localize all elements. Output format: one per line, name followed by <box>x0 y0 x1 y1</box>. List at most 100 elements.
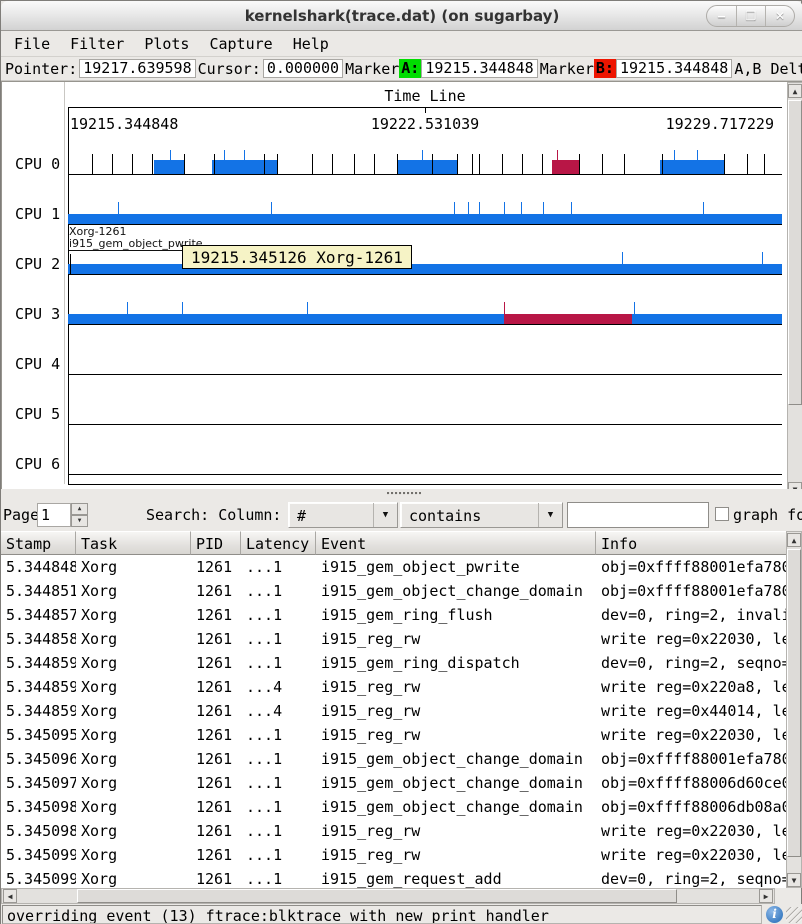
marker-a-badge[interactable]: A: <box>399 59 421 78</box>
event-tick[interactable] <box>502 154 503 174</box>
menu-capture[interactable]: Capture <box>202 33 279 55</box>
scroll-up-icon[interactable]: ▲ <box>788 84 802 98</box>
header-task[interactable]: Task <box>76 531 191 555</box>
header-stamp[interactable]: Stamp <box>1 531 76 555</box>
graph-list-splitter[interactable] <box>1 489 802 499</box>
table-vertical-scrollbar[interactable]: ▲ ▼ <box>786 531 802 888</box>
search-input[interactable] <box>567 502 709 528</box>
event-tick[interactable] <box>624 154 625 174</box>
marker-b-badge[interactable]: B: <box>594 59 616 78</box>
event-tick[interactable] <box>602 154 603 174</box>
event-tick[interactable] <box>521 202 522 214</box>
event-tick[interactable] <box>457 154 458 174</box>
event-tick[interactable] <box>127 302 128 314</box>
table-horizontal-scrollbar[interactable]: ◀ ▶ <box>1 888 775 904</box>
table-row[interactable]: 5.344859Xorg1261...4i915_reg_rwwrite reg… <box>1 675 787 699</box>
page-spinner-input[interactable]: 1 <box>37 503 71 527</box>
event-tick[interactable] <box>422 150 423 160</box>
task-bar[interactable] <box>552 160 579 174</box>
info-icon[interactable]: i <box>766 906 783 923</box>
event-tick[interactable] <box>557 150 558 160</box>
event-tick[interactable] <box>634 302 635 314</box>
event-tick[interactable] <box>724 154 725 174</box>
table-row[interactable]: 5.345095Xorg1261...1i915_reg_rwwrite reg… <box>1 723 787 747</box>
event-tick[interactable] <box>264 154 265 174</box>
minimize-icon[interactable]: ‒ <box>707 6 736 27</box>
event-tick[interactable] <box>70 254 71 274</box>
hscrollbar-thumb[interactable] <box>77 889 677 903</box>
event-tick[interactable] <box>762 252 763 264</box>
graph-scrollbar-thumb[interactable] <box>788 100 802 405</box>
event-tick[interactable] <box>132 154 133 174</box>
event-tick[interactable] <box>747 154 748 174</box>
table-row[interactable]: 5.345097Xorg1261...1i915_gem_object_chan… <box>1 771 787 795</box>
event-tick[interactable] <box>674 150 675 160</box>
title-bar[interactable]: kernelshark(trace.dat) (on sugarbay) ‒ ❒… <box>1 1 802 31</box>
event-tick[interactable] <box>662 154 663 174</box>
header-event[interactable]: Event <box>316 531 596 555</box>
event-tick[interactable] <box>170 150 171 160</box>
table-row[interactable]: 5.344858Xorg1261...1i915_reg_rwwrite reg… <box>1 627 787 651</box>
event-tick[interactable] <box>214 154 215 174</box>
menu-filter[interactable]: Filter <box>63 33 131 55</box>
event-tick[interactable] <box>152 154 153 174</box>
event-tick[interactable] <box>579 154 580 174</box>
table-row[interactable]: 5.344859Xorg1261...1i915_gem_ring_dispat… <box>1 651 787 675</box>
maximize-icon[interactable]: ❒ <box>736 6 765 27</box>
event-tick[interactable] <box>277 154 278 174</box>
spinner-down-icon[interactable]: ▼ <box>71 515 88 527</box>
event-tick[interactable] <box>571 202 572 214</box>
event-tick[interactable] <box>374 154 375 174</box>
table-row[interactable]: 5.344848Xorg1261...1i915_gem_object_pwri… <box>1 555 787 579</box>
event-tick[interactable] <box>397 154 398 174</box>
task-bar[interactable] <box>660 160 724 174</box>
scroll-up-icon[interactable]: ▲ <box>787 533 801 547</box>
event-tick[interactable] <box>184 154 185 174</box>
table-row[interactable]: 5.344859Xorg1261...4i915_reg_rwwrite reg… <box>1 699 787 723</box>
task-bar[interactable] <box>154 160 184 174</box>
event-tick[interactable] <box>312 154 313 174</box>
spinner-up-icon[interactable]: ▲ <box>71 503 88 515</box>
header-info[interactable]: Info <box>596 531 787 555</box>
event-tick[interactable] <box>522 154 523 174</box>
table-row[interactable]: 5.345096Xorg1261...1i915_gem_object_chan… <box>1 747 787 771</box>
resize-grip[interactable] <box>786 907 802 923</box>
event-tick[interactable] <box>432 154 433 174</box>
task-bar[interactable] <box>68 214 782 224</box>
scroll-left-icon[interactable]: ◀ <box>3 889 17 903</box>
event-tick[interactable] <box>454 202 455 214</box>
splitter-handle-icon[interactable] <box>387 492 421 496</box>
event-tick[interactable] <box>479 202 480 214</box>
graph-follows-checkbox[interactable] <box>715 507 729 521</box>
menu-file[interactable]: File <box>7 33 57 55</box>
event-tick[interactable] <box>697 150 698 160</box>
table-row[interactable]: 5.345098Xorg1261...1i915_reg_rwwrite reg… <box>1 819 787 843</box>
table-row[interactable]: 5.345099Xorg1261...1i915_reg_rwwrite reg… <box>1 843 787 867</box>
event-tick[interactable] <box>112 154 113 174</box>
task-bar[interactable] <box>504 314 632 324</box>
event-tick[interactable] <box>504 202 505 214</box>
chevron-down-icon[interactable]: ▼ <box>538 503 562 527</box>
menu-help[interactable]: Help <box>286 33 336 55</box>
event-tick[interactable] <box>354 154 355 174</box>
event-tick[interactable] <box>118 202 119 214</box>
graph-vertical-scrollbar[interactable]: ▲ ▼ <box>787 82 802 497</box>
event-tick[interactable] <box>703 202 704 214</box>
event-tick[interactable] <box>479 154 480 174</box>
event-tick[interactable] <box>224 150 225 160</box>
event-tick[interactable] <box>182 302 183 314</box>
task-bar[interactable] <box>68 314 782 324</box>
close-icon[interactable]: ✕ <box>765 6 794 27</box>
event-tick[interactable] <box>622 252 623 264</box>
column-select[interactable]: # ▼ <box>288 502 398 528</box>
header-pid[interactable]: PID <box>191 531 241 555</box>
event-tick[interactable] <box>244 150 245 160</box>
table-row[interactable]: 5.344857Xorg1261...1i915_gem_ring_flushd… <box>1 603 787 627</box>
scroll-down-icon[interactable]: ▼ <box>787 873 801 887</box>
event-tick[interactable] <box>271 202 272 214</box>
event-tick[interactable] <box>307 302 308 314</box>
table-scrollbar-thumb[interactable] <box>787 549 801 857</box>
event-tick[interactable] <box>468 202 469 214</box>
event-tick[interactable] <box>504 302 505 314</box>
event-tick[interactable] <box>542 154 543 174</box>
